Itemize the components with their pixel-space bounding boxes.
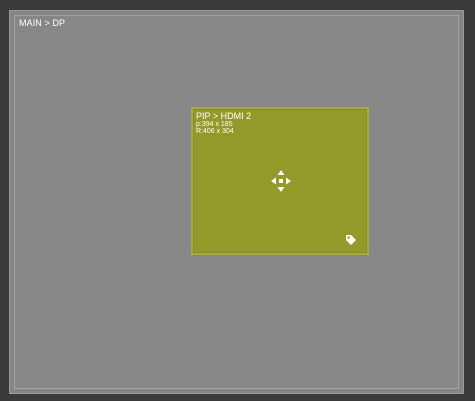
pip-window[interactable]: PIP > HDMI 2 p:394 x 185 R:406 x 304 bbox=[191, 107, 369, 255]
window-frame: MAIN > DP PIP > HDMI 2 p:394 x 185 R:406… bbox=[0, 0, 475, 401]
main-source-label: MAIN > DP bbox=[19, 18, 66, 28]
pip-source-label: PIP > HDMI 2 bbox=[196, 111, 252, 121]
move-arrows-icon[interactable] bbox=[270, 169, 292, 193]
tag-icon[interactable] bbox=[345, 233, 357, 245]
pip-resolution-text: R:406 x 304 bbox=[196, 128, 234, 135]
